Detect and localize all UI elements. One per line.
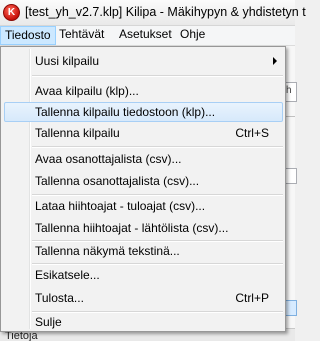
menu-item-save-participants[interactable]: Tallenna osanottajalista (csv)... (4, 171, 283, 191)
menu-item-label: Uusi kilpailu (35, 54, 100, 68)
background-field[interactable] (285, 168, 297, 184)
menu-item-close[interactable]: Sulje (4, 312, 283, 332)
menu-tasks[interactable]: Tehtävät (55, 26, 108, 45)
window-title: [test_yh_v2.7.klp] Kilipa - Mäkihypyn & … (25, 5, 306, 19)
menu-item-open-competition[interactable]: Avaa kilpailu (klp)... (4, 81, 283, 101)
menu-item-new-competition[interactable]: Uusi kilpailu (4, 51, 283, 71)
menu-settings[interactable]: Asetukset (115, 26, 176, 45)
background-divider (285, 116, 295, 117)
menu-bar: Tiedosto Tehtävät Asetukset Ohje (0, 26, 295, 46)
background-field-text: h (286, 85, 292, 96)
menu-item-shortcut: Ctrl+P (235, 291, 269, 305)
menu-item-label: Avaa osanottajalista (csv)... (35, 152, 182, 166)
menu-help[interactable]: Ohje (176, 26, 209, 45)
menu-item-save-ski-times[interactable]: Tallenna hiihtoajat - lähtölista (csv)..… (4, 218, 283, 238)
menu-item-label: Esikatsele... (35, 268, 100, 282)
menu-item-preview[interactable]: Esikatsele... (4, 265, 283, 285)
menu-item-label: Tallenna hiihtoajat - lähtölista (csv)..… (35, 221, 229, 235)
menu-file[interactable]: Tiedosto (0, 26, 56, 45)
menu-item-open-participants[interactable]: Avaa osanottajalista (csv)... (4, 149, 283, 169)
menu-item-label: Avaa kilpailu (klp)... (35, 84, 139, 98)
menu-item-label: Tallenna kilpailu (35, 126, 120, 140)
menu-separator (32, 146, 283, 148)
file-menu-dropdown: Uusi kilpailu Avaa kilpailu (klp)... Tal… (0, 46, 286, 332)
menu-item-print[interactable]: Tulosta... Ctrl+P (4, 288, 283, 308)
title-bar: K [test_yh_v2.7.klp] Kilipa - Mäkihypyn … (0, 0, 306, 26)
menu-item-load-ski-times[interactable]: Lataa hiihtoajat - tuloajat (csv)... (4, 196, 283, 216)
menu-item-save-competition-as[interactable]: Tallenna kilpailu tiedostoon (klp)... (4, 102, 283, 122)
menu-item-save-view-as-text[interactable]: Tallenna näkymä tekstinä... (4, 241, 283, 261)
app-logo-icon: K (3, 4, 20, 21)
menu-item-label: Tallenna näkymä tekstinä... (35, 244, 180, 258)
app-logo-letter: K (7, 7, 16, 18)
menu-item-label: Tallenna kilpailu tiedostoon (klp)... (35, 105, 216, 119)
menu-item-label: Tallenna osanottajalista (csv)... (35, 174, 200, 188)
menu-item-save-competition[interactable]: Tallenna kilpailu Ctrl+S (4, 123, 283, 143)
menu-item-shortcut: Ctrl+S (235, 126, 269, 140)
menu-item-label: Sulje (35, 315, 62, 329)
menu-separator (32, 75, 283, 77)
menu-item-label: Lataa hiihtoajat - tuloajat (csv)... (35, 199, 206, 213)
submenu-arrow-icon (273, 57, 277, 65)
menu-item-label: Tulosta... (35, 291, 84, 305)
background-selected-field[interactable] (285, 300, 297, 316)
